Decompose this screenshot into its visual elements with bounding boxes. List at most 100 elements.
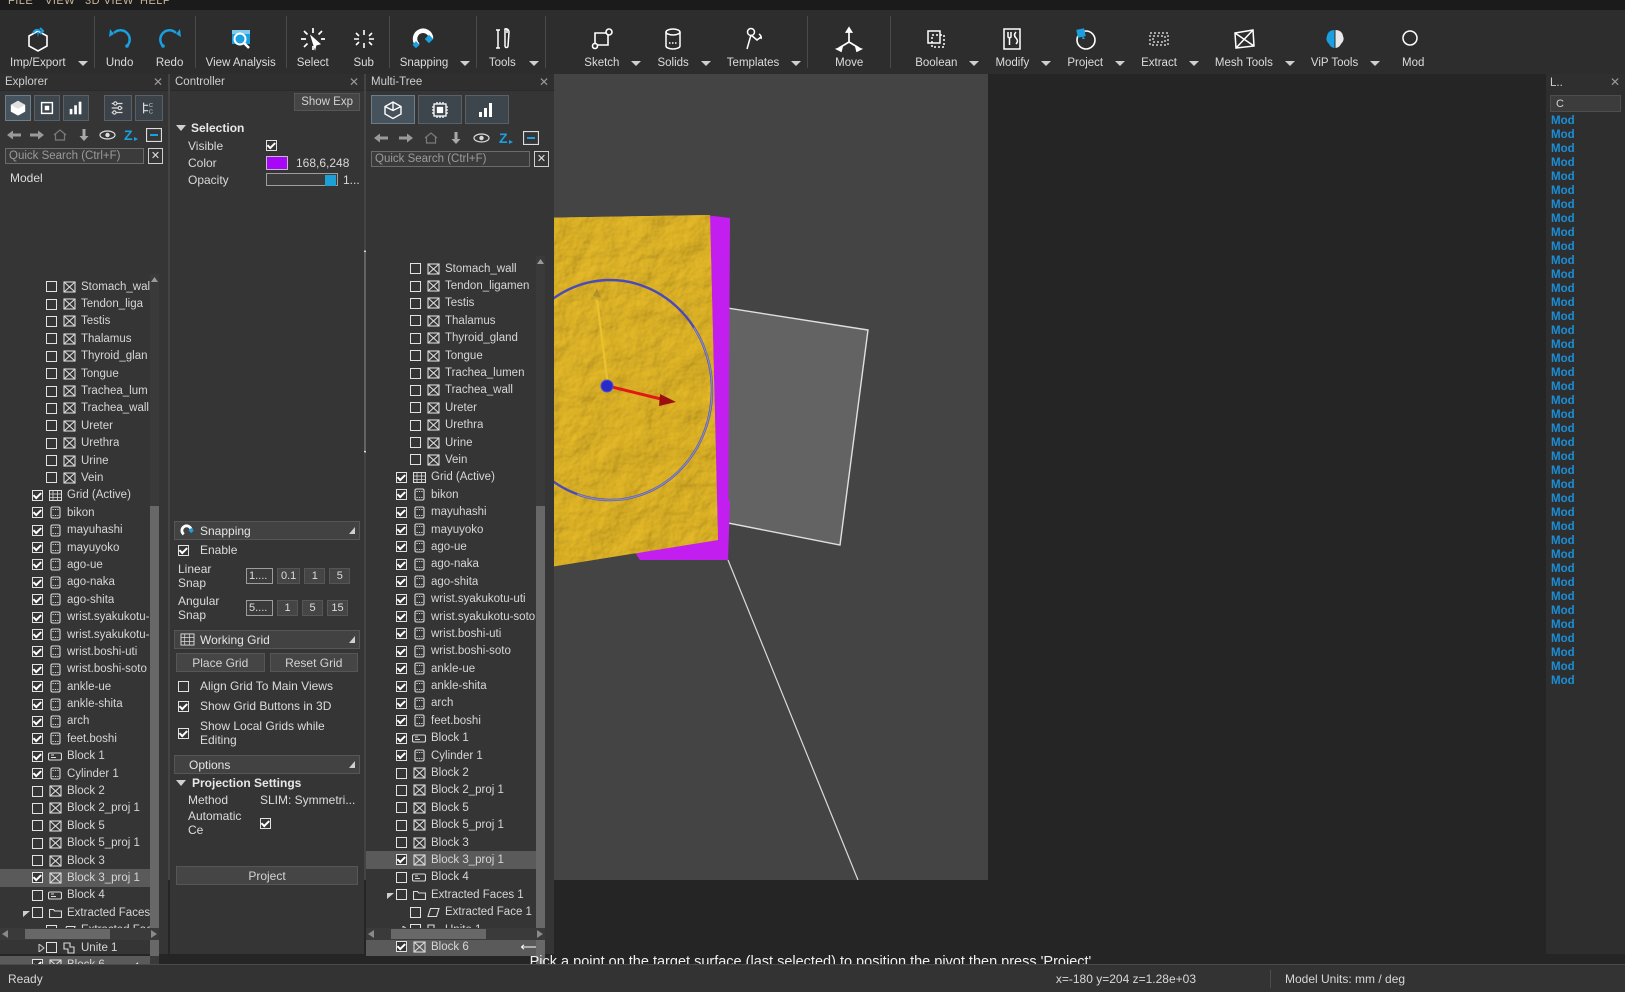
menu-3d-view[interactable]: 3D VIEW — [85, 0, 134, 7]
log-row[interactable]: Mod — [1546, 380, 1625, 394]
log-row[interactable]: Mod — [1546, 324, 1625, 338]
ribbon-modify-dropdown[interactable] — [1039, 10, 1057, 74]
log-row[interactable]: Mod — [1546, 394, 1625, 408]
tree-row-checkbox[interactable] — [410, 454, 421, 466]
ribbon-solids-dropdown[interactable] — [699, 10, 717, 74]
tree-row[interactable]: ankle-shita — [0, 695, 159, 712]
tree-row-checkbox[interactable] — [32, 715, 43, 727]
tree-row-checkbox[interactable] — [32, 889, 43, 901]
tree-row[interactable]: Tongue — [0, 365, 159, 382]
ribbon-vip-tools-button[interactable]: ViP Tools — [1301, 10, 1368, 74]
log-row[interactable]: Mod — [1546, 156, 1625, 170]
ribbon-mod-button[interactable]: Mod — [1386, 10, 1430, 74]
ribbon-project-dropdown[interactable] — [1113, 10, 1131, 74]
tree-row-checkbox[interactable] — [46, 368, 57, 380]
scroll-thumb[interactable] — [150, 506, 159, 956]
tree-row[interactable]: wrist.boshi-uti — [0, 643, 159, 660]
home-icon[interactable] — [52, 126, 68, 144]
tree-row-checkbox[interactable] — [46, 315, 57, 327]
tree-row[interactable]: Testis — [366, 295, 545, 312]
tree-row-checkbox[interactable] — [396, 628, 407, 640]
tree-row[interactable]: Tendon_liga — [0, 295, 159, 312]
tree-row[interactable]: wrist.boshi-soto — [366, 643, 545, 660]
tree-row-checkbox[interactable] — [396, 889, 407, 901]
angular-snap-preset-0[interactable]: 1 — [277, 600, 298, 616]
tree-row[interactable]: ago-ue — [0, 556, 159, 573]
tree-twisty[interactable] — [386, 891, 396, 899]
tree-row[interactable]: Block 5 — [366, 799, 545, 816]
ribbon-snapping-button[interactable]: Snapping — [390, 10, 459, 74]
projection-settings-header[interactable]: Projection Settings — [170, 774, 364, 792]
tree-row[interactable]: Block 3 — [366, 834, 545, 851]
hscroll-thumb[interactable] — [391, 929, 486, 939]
log-row[interactable]: Mod — [1546, 534, 1625, 548]
tree-row-checkbox[interactable] — [396, 524, 407, 536]
tree-row[interactable]: feet.boshi — [0, 730, 159, 747]
tree-row-checkbox[interactable] — [396, 750, 407, 762]
log-row[interactable]: Mod — [1546, 114, 1625, 128]
tree-row[interactable]: Thalamus — [0, 330, 159, 347]
ribbon-modify-button[interactable]: Modify — [985, 10, 1039, 74]
tree-row-checkbox[interactable] — [46, 333, 57, 345]
explorer-close-icon[interactable]: ✕ — [153, 76, 163, 88]
tree-row[interactable]: Urethra — [366, 417, 545, 434]
menu-file[interactable]: FILE — [8, 0, 33, 7]
forward-icon[interactable] — [29, 126, 45, 144]
tree-row-checkbox[interactable] — [46, 298, 57, 310]
tree-row[interactable]: Block 1 — [0, 748, 159, 765]
tree-twisty[interactable] — [36, 943, 46, 952]
ribbon-solids-button[interactable]: Solids — [647, 10, 698, 74]
tree-row[interactable]: Cylinder 1 — [0, 765, 159, 782]
options-group-header[interactable]: Options — [174, 755, 360, 774]
tree-row-checkbox[interactable] — [396, 663, 407, 675]
tree-row[interactable]: wrist.syakukotu- — [0, 608, 159, 625]
reset-grid-button[interactable]: Reset Grid — [269, 653, 358, 672]
multi-tree-chip-tab[interactable] — [418, 95, 462, 124]
log-row[interactable]: Mod — [1546, 296, 1625, 310]
log-row[interactable]: Mod — [1546, 520, 1625, 534]
ribbon-sketch-dropdown[interactable] — [629, 10, 647, 74]
log-row[interactable]: Mod — [1546, 478, 1625, 492]
log-row[interactable]: Mod — [1546, 590, 1625, 604]
ribbon-imp-export-dropdown[interactable] — [76, 10, 94, 74]
tree-row[interactable]: ankle-shita — [366, 677, 545, 694]
log-row[interactable]: Mod — [1546, 338, 1625, 352]
projection-method-value[interactable]: SLIM: Symmetri... — [260, 793, 355, 807]
log-row[interactable]: Mod — [1546, 352, 1625, 366]
visible-checkbox[interactable] — [266, 140, 277, 151]
down-icon[interactable] — [447, 129, 465, 147]
tree-row[interactable]: Thyroid_gland — [366, 330, 545, 347]
linear-snap-preset-2[interactable]: 5 — [329, 568, 351, 584]
tree-row[interactable]: mayuhashi — [0, 521, 159, 538]
log-row[interactable]: Mod — [1546, 646, 1625, 660]
tree-row-checkbox[interactable] — [32, 576, 43, 588]
tree-row-checkbox[interactable] — [410, 350, 421, 362]
ribbon-boolean-dropdown[interactable] — [967, 10, 985, 74]
tree-row[interactable]: Urethra — [0, 435, 159, 452]
log-row[interactable]: Mod — [1546, 226, 1625, 240]
tree-row-checkbox[interactable] — [32, 646, 43, 658]
tree-row-checkbox[interactable] — [32, 750, 43, 762]
explorer-clear-search-icon[interactable]: ✕ — [148, 148, 163, 164]
tree-row-checkbox[interactable] — [396, 558, 407, 570]
log-c-field[interactable]: C — [1550, 95, 1621, 112]
tree-row-checkbox[interactable] — [32, 907, 43, 919]
tree-row-checkbox[interactable] — [396, 767, 407, 779]
log-row[interactable]: Mod — [1546, 548, 1625, 562]
tree-row[interactable]: Block 4 — [0, 887, 159, 904]
automatic-center-checkbox[interactable] — [260, 817, 271, 829]
tree-row-checkbox[interactable] — [396, 871, 407, 883]
show-grid-buttons-checkbox[interactable] — [178, 700, 189, 712]
tree-row[interactable]: Block 4 — [366, 869, 545, 886]
linear-snap-preset-0[interactable]: 0.1 — [277, 568, 301, 584]
tree-row[interactable]: Block 2_proj 1 — [0, 800, 159, 817]
tree-row[interactable]: mayuyoko — [0, 539, 159, 556]
tree-row[interactable]: ago-shita — [366, 573, 545, 590]
tree-row-checkbox[interactable] — [32, 802, 43, 814]
tree-row-checkbox[interactable] — [46, 472, 57, 484]
tree-row-checkbox[interactable] — [32, 629, 43, 640]
tree-row-checkbox[interactable] — [410, 906, 421, 918]
hscroll-left-arrow[interactable] — [2, 927, 8, 941]
ribbon-move-button[interactable]: Move — [808, 10, 890, 74]
tree-row-checkbox[interactable] — [410, 263, 421, 275]
